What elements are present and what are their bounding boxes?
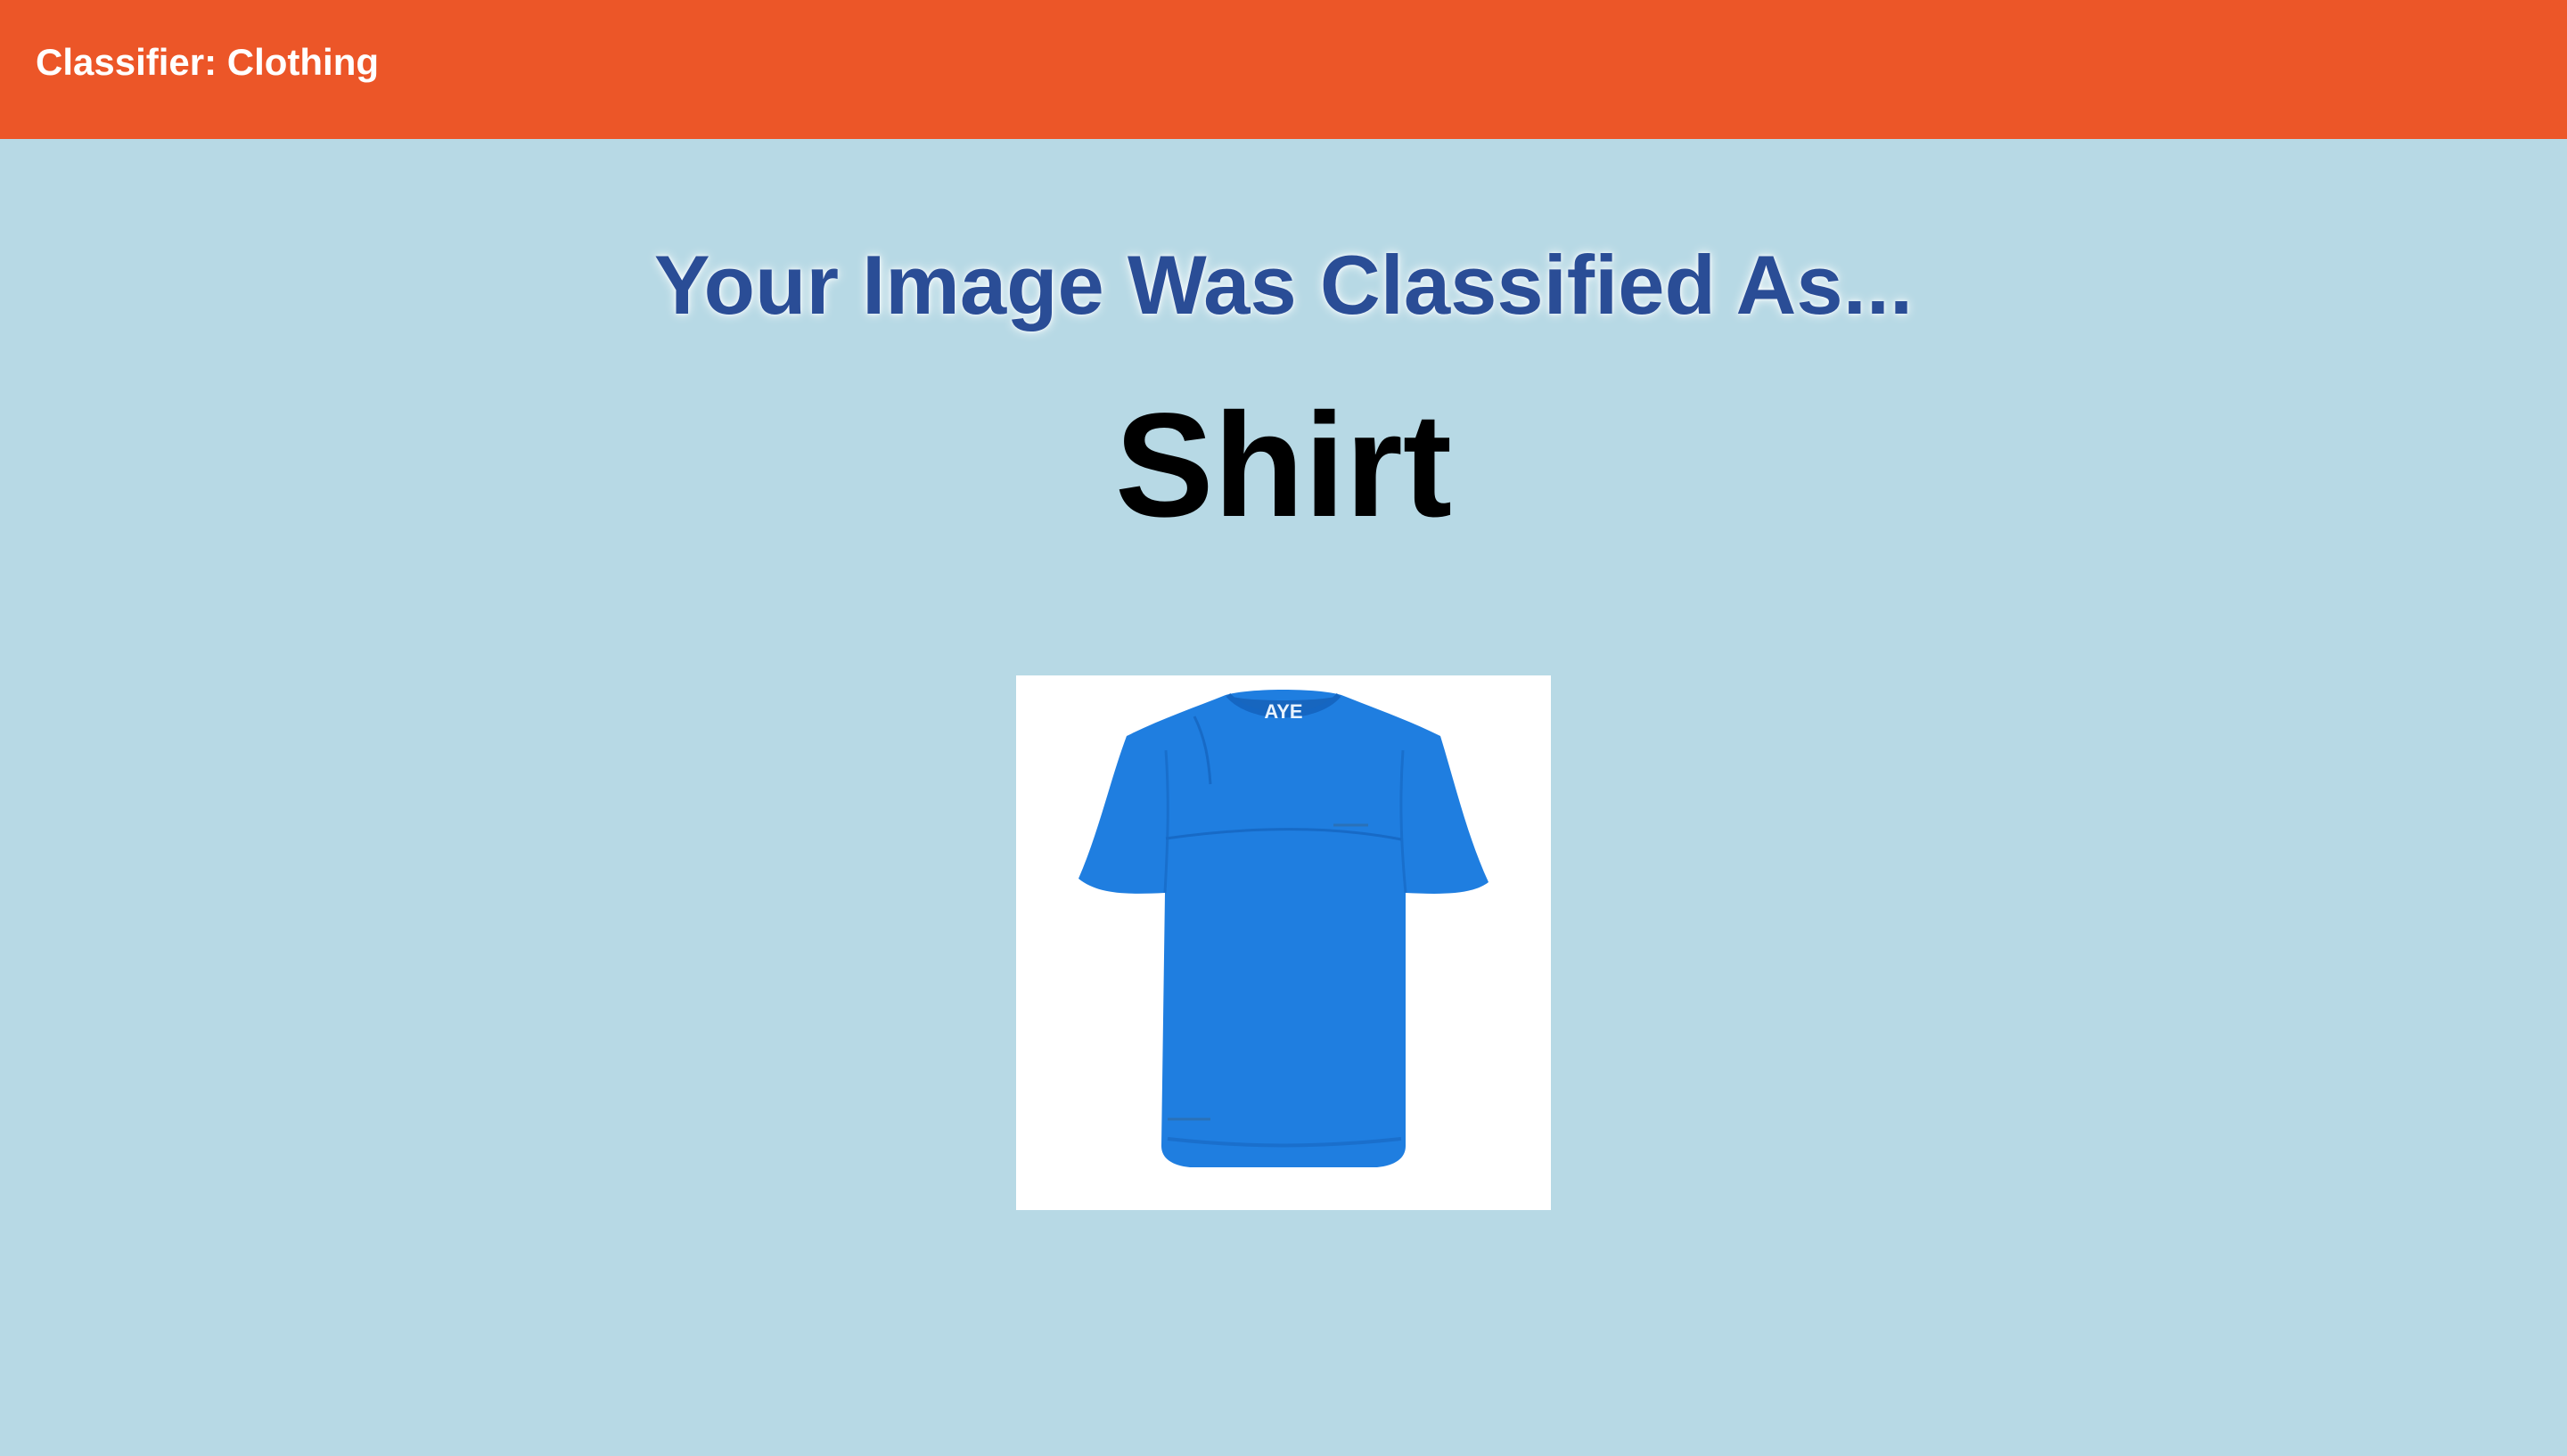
classification-result: Shirt — [1114, 383, 1453, 548]
top-navigation-bar: Classifier: Clothing — [0, 0, 2567, 139]
page-heading: Your Image Was Classified As... — [653, 238, 1914, 331]
tshirt-image: AYE — [1016, 675, 1551, 1210]
app-title: Classifier: Clothing — [36, 41, 380, 83]
classified-image: AYE — [1016, 675, 1551, 1210]
shirt-logo: AYE — [1264, 700, 1302, 723]
